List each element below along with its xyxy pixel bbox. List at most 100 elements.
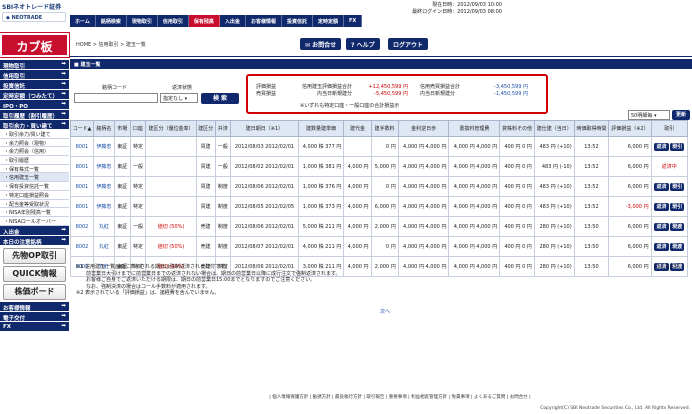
nav-入出金[interactable]: 入出金 [219, 15, 246, 27]
sidebar-sub-item[interactable]: ・NISAロールオーバー [0, 216, 69, 226]
action-button[interactable]: 現渡 [670, 222, 685, 231]
sidebar-item[interactable]: 定時定額（つみたて） ➡ [0, 90, 69, 100]
table-header-cell[interactable]: 市場 [113, 120, 131, 137]
sidebar-sub-item[interactable]: ・取引余力/買い建て [0, 130, 69, 139]
table-header-cell[interactable]: 口座 [129, 120, 147, 137]
link-text[interactable]: 8002 [76, 244, 89, 250]
sidebar-item[interactable]: 入出金 ➡ [0, 225, 69, 236]
table-header-cell[interactable]: 取引 [650, 120, 689, 137]
logout-button[interactable]: ログアウト [388, 38, 429, 50]
cell-act[interactable]: 返済 現引 [650, 196, 689, 217]
big-button[interactable]: 先物OP取引 [3, 247, 66, 264]
sidebar-sub-item[interactable]: ・保有株式一覧 [0, 164, 69, 174]
sidebar-sub-item[interactable]: ・保有投資信託一覧 [0, 182, 69, 191]
nav-FX[interactable]: FX [343, 15, 363, 27]
code-input[interactable] [74, 93, 158, 103]
link-text[interactable]: 8001 [76, 184, 89, 190]
action-button[interactable]: 返済 [654, 222, 669, 231]
nav-お客様情報[interactable]: お客様情報 [245, 15, 282, 27]
sidebar-item[interactable]: 本日の注意銘柄 ➡ [0, 235, 69, 246]
status-select[interactable]: 指定なし ▾ [160, 93, 198, 103]
nav-現物取引[interactable]: 現物取引 [126, 15, 158, 27]
link-text[interactable]: 8001 [76, 164, 89, 170]
table-header-cell[interactable]: 書換料管理費 [448, 120, 501, 137]
sidebar-item[interactable]: 取引余力・買い建て ➡ [0, 120, 69, 130]
sidebar-item[interactable]: IPO・PO ➡ [0, 100, 69, 110]
table-header-cell[interactable]: 貸株料その他 [499, 120, 535, 137]
next-link[interactable]: 次へ [380, 308, 390, 315]
action-button[interactable]: 返済 [654, 142, 669, 151]
link-text[interactable]: 伊藤忠 [96, 164, 111, 170]
table-header-cell[interactable]: 建日期日（※1） [230, 120, 299, 137]
link-text[interactable]: 伊藤忠 [96, 144, 111, 150]
cell-act[interactable]: 返済 現引 [650, 176, 689, 197]
table-header-cell[interactable]: 時価取得時間 [573, 120, 610, 137]
table-header-cell[interactable]: 建仕建（当日） [533, 120, 575, 137]
sidebar-item[interactable]: 電子交付 ➡ [0, 311, 69, 322]
table-header-cell[interactable]: 建代金 [343, 120, 372, 137]
cell-act[interactable]: 返済 現渡 [650, 216, 689, 237]
breadcrumb[interactable]: HOME > 信用取引 > 建玉一覧 [76, 41, 146, 48]
table-header-cell[interactable]: コード▲ [70, 120, 94, 137]
pagination[interactable]: | 1 | 2 | 3 | [654, 264, 680, 270]
link-text[interactable]: 8002 [76, 224, 89, 230]
sidebar-item[interactable]: 投資信託 ➡ [0, 80, 69, 90]
link-text[interactable]: 伊藤忠 [96, 184, 111, 190]
nav-保有残高[interactable]: 保有残高 [188, 15, 220, 27]
cell-code[interactable]: 8002 [70, 236, 94, 257]
nav-銘柄検索[interactable]: 銘柄検索 [95, 15, 127, 27]
sidebar-sub-item[interactable]: ・配当金等受取状況 [0, 199, 69, 209]
cell-act[interactable]: 返済中 [650, 156, 689, 177]
table-header-cell[interactable]: 建区分（優位金率） [145, 120, 197, 137]
action-button[interactable]: 返済 [654, 242, 669, 251]
table-header-cell[interactable]: 建数量建単価 [297, 120, 345, 137]
table-header-cell[interactable]: 建手数料 [370, 120, 399, 137]
cell-name[interactable]: 伊藤忠 [92, 176, 115, 197]
footer-links[interactable]: | 個人情報保護方針 | 勧誘方針 | 最良執行方針 | 取引報告 | 重要事項… [150, 394, 650, 400]
link-text[interactable]: 伊藤忠 [96, 204, 111, 210]
cell-name[interactable]: 丸紅 [92, 236, 115, 257]
big-button[interactable]: 株価ボード [3, 283, 66, 300]
sidebar-sub-item[interactable]: ・NISA年別残高一覧 [0, 208, 69, 217]
table-header-cell[interactable]: 建区分 [195, 120, 216, 137]
help-button[interactable]: ? ヘルプ [346, 38, 380, 50]
cell-code[interactable]: 8001 [70, 176, 94, 197]
action-button[interactable]: 現渡 [670, 242, 685, 251]
sidebar-sub-item[interactable]: ・余力照会（信用） [0, 147, 69, 157]
link-text[interactable]: 8001 [76, 144, 89, 150]
nav-信用取引[interactable]: 信用取引 [157, 15, 189, 27]
cell-name[interactable]: 伊藤忠 [92, 136, 115, 157]
nav-投資信託[interactable]: 投資信託 [281, 15, 313, 27]
action-button[interactable]: 現引 [670, 182, 685, 191]
action-button[interactable]: 返済 [654, 202, 669, 211]
cell-act[interactable]: 返済 現渡 [650, 236, 689, 257]
link-text[interactable]: 8001 [76, 204, 89, 210]
link-text[interactable]: 丸紅 [99, 224, 109, 230]
nav-ホーム[interactable]: ホーム [70, 15, 96, 27]
sidebar-sub-item[interactable]: ・信用建玉一覧 [0, 173, 69, 183]
sidebar-item[interactable]: 現物取引 ➡ [0, 60, 69, 70]
table-header-cell[interactable]: 銘柄名 [92, 120, 115, 137]
link-text[interactable]: 丸紅 [99, 244, 109, 250]
cell-code[interactable]: 8002 [70, 216, 94, 237]
cell-code[interactable]: 8001 [70, 196, 94, 217]
cell-code[interactable]: 8001 [70, 156, 94, 177]
page-size-select[interactable]: 50明細毎 ▾ [628, 110, 670, 120]
refresh-button[interactable]: 更新 [672, 110, 690, 120]
cell-act[interactable]: 返済 現引 [650, 136, 689, 157]
sidebar-sub-item[interactable]: ・特定口座損益照会 [0, 190, 69, 200]
table-header-cell[interactable]: 弁済 [214, 120, 232, 137]
cell-name[interactable]: 伊藤忠 [92, 196, 115, 217]
action-button[interactable]: 現引 [670, 202, 685, 211]
cell-name[interactable]: 伊藤忠 [92, 156, 115, 177]
sidebar-sub-item[interactable]: ・取引履歴 [0, 156, 69, 165]
sidebar-item[interactable]: 信用取引 ➡ [0, 70, 69, 80]
table-header-cell[interactable]: 評価損益（※2） [608, 120, 652, 137]
sidebar-item[interactable]: FX ➡ [0, 321, 69, 332]
cell-code[interactable]: 8001 [70, 136, 94, 157]
sidebar-item[interactable]: 取引履歴（割引履歴） ➡ [0, 110, 69, 120]
sidebar-sub-item[interactable]: ・余力照会（現物） [0, 138, 69, 148]
table-header-cell[interactable]: 金利逆日歩 [397, 120, 450, 137]
nav-定時定額[interactable]: 定時定額 [312, 15, 344, 27]
sidebar-item[interactable]: お客様情報 ➡ [0, 301, 69, 312]
